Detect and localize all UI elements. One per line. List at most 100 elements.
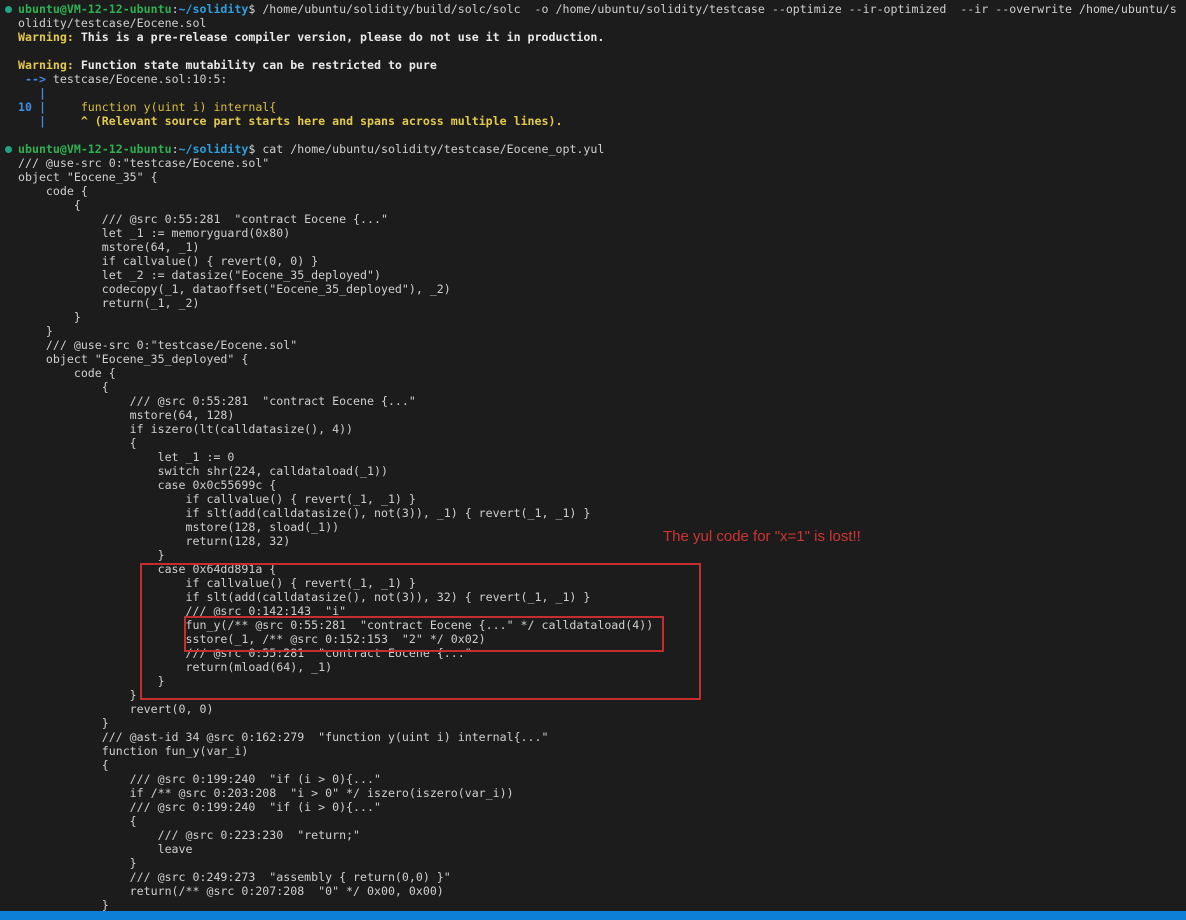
terminal-line: olidity/testcase/Eocene.sol: [0, 16, 1186, 30]
terminal-line: /// @src 0:55:281 "contract Eocene {...": [0, 646, 1186, 660]
terminal-line: return(mload(64), _1): [0, 660, 1186, 674]
text-segment: Warning:: [18, 58, 74, 72]
terminal-line: /// @src 0:223:230 "return;": [0, 828, 1186, 842]
text-segment: mstore(128, sload(_1)): [18, 520, 339, 534]
annotation-text: The yul code for "x=1" is lost!!: [663, 528, 861, 545]
text-segment: }: [18, 856, 137, 870]
text-segment: {: [18, 380, 109, 394]
text-segment: let _2 := datasize("Eocene_35_deployed"): [18, 268, 381, 282]
text-segment: $: [248, 142, 262, 156]
terminal-line: |: [0, 86, 1186, 100]
text-segment: {: [18, 436, 137, 450]
text-segment: let _1 := 0: [18, 450, 234, 464]
text-segment: {: [18, 198, 81, 212]
terminal-line: {: [0, 380, 1186, 394]
text-segment: {: [18, 758, 109, 772]
text-segment: }: [18, 898, 109, 912]
terminal-line: if callvalue() { revert(_1, _1) }: [0, 492, 1186, 506]
terminal-line: mstore(128, sload(_1)): [0, 520, 1186, 534]
terminal-line: /// @use-src 0:"testcase/Eocene.sol": [0, 156, 1186, 170]
text-segment: if callvalue() { revert(0, 0) }: [18, 254, 318, 268]
text-segment: }: [18, 324, 53, 338]
text-segment: ubuntu@VM-12-12-ubuntu: [18, 2, 172, 16]
text-segment: }: [18, 548, 165, 562]
text-segment: /// @use-src 0:"testcase/Eocene.sol": [18, 156, 269, 170]
text-segment: /// @src 0:199:240 "if (i > 0){...": [18, 800, 381, 814]
terminal-line: Warning: Function state mutability can b…: [0, 58, 1186, 72]
terminal-line: switch shr(224, calldataload(_1)): [0, 464, 1186, 478]
terminal-line: }: [0, 716, 1186, 730]
terminal-line: if /** @src 0:203:208 "i > 0" */ iszero(…: [0, 786, 1186, 800]
terminal-line: revert(0, 0): [0, 702, 1186, 716]
text-segment: return(128, 32): [18, 534, 290, 548]
text-segment: if callvalue() { revert(_1, _1) }: [18, 576, 416, 590]
text-segment: }: [18, 716, 109, 730]
terminal-line: }: [0, 674, 1186, 688]
text-segment: case 0x64dd891a {: [18, 562, 276, 576]
text-segment: Warning:: [18, 30, 74, 44]
terminal-line: }: [0, 310, 1186, 324]
prompt-dot-icon: [5, 6, 12, 13]
terminal-line: code {: [0, 366, 1186, 380]
terminal-line: case 0x64dd891a {: [0, 562, 1186, 576]
terminal-line: let _1 := memoryguard(0x80): [0, 226, 1186, 240]
terminal-line: fun_y(/** @src 0:55:281 "contract Eocene…: [0, 618, 1186, 632]
text-segment: /// @src 0:55:281 "contract Eocene {...": [18, 212, 388, 226]
terminal-line: if slt(add(calldatasize(), not(3)), 32) …: [0, 590, 1186, 604]
terminal-line: {: [0, 758, 1186, 772]
terminal-line: case 0x0c55699c {: [0, 478, 1186, 492]
text-segment: ~/solidity: [179, 2, 249, 16]
terminal-line: /// @src 0:199:240 "if (i > 0){...": [0, 772, 1186, 786]
terminal-line: let _1 := 0: [0, 450, 1186, 464]
text-segment: Function state mutability can be restric…: [74, 58, 437, 72]
terminal-line: if callvalue() { revert(_1, _1) }: [0, 576, 1186, 590]
text-segment: if slt(add(calldatasize(), not(3)), _1) …: [18, 506, 590, 520]
text-segment: This is a pre-release compiler version, …: [74, 30, 604, 44]
terminal-line: /// @ast-id 34 @src 0:162:279 "function …: [0, 730, 1186, 744]
text-segment: return(mload(64), _1): [18, 660, 332, 674]
text-segment: codecopy(_1, dataoffset("Eocene_35_deplo…: [18, 282, 451, 296]
terminal-line: [0, 44, 1186, 58]
text-segment: return(_1, _2): [18, 296, 199, 310]
terminal-line: return(128, 32): [0, 534, 1186, 548]
text-segment: 10 |: [18, 100, 53, 114]
text-segment: function y(uint i) internal{: [53, 100, 276, 114]
text-segment: revert(0, 0): [18, 702, 213, 716]
text-segment: /// @src 0:249:273 "assembly { return(0,…: [18, 870, 451, 884]
terminal-line: [0, 128, 1186, 142]
text-segment: if /** @src 0:203:208 "i > 0" */ iszero(…: [18, 786, 514, 800]
text-segment: testcase/Eocene.sol:10:5:: [53, 72, 228, 86]
terminal-line: }: [0, 324, 1186, 338]
terminal-line: {: [0, 814, 1186, 828]
text-segment: :: [172, 2, 179, 16]
text-segment: /// @src 0:55:281 "contract Eocene {...": [18, 394, 416, 408]
text-segment: fun_y(/** @src 0:55:281 "contract Eocene…: [18, 618, 653, 632]
text-segment: /// @use-src 0:"testcase/Eocene.sol": [18, 338, 297, 352]
text-segment: cat /home/ubuntu/solidity/testcase/Eocen…: [262, 142, 604, 156]
terminal-line: }: [0, 898, 1186, 912]
text-segment: return(/** @src 0:207:208 "0" */ 0x00, 0…: [18, 884, 444, 898]
text-segment: if iszero(lt(calldatasize(), 4)): [18, 422, 353, 436]
text-segment: |: [18, 114, 53, 128]
text-segment: $: [248, 2, 262, 16]
text-segment: let _1 := memoryguard(0x80): [18, 226, 290, 240]
terminal-line: --> testcase/Eocene.sol:10:5:: [0, 72, 1186, 86]
text-segment: /// @src 0:223:230 "return;": [18, 828, 360, 842]
text-segment: |: [18, 86, 46, 100]
terminal-line: /// @use-src 0:"testcase/Eocene.sol": [0, 338, 1186, 352]
text-segment: ubuntu@VM-12-12-ubuntu: [18, 142, 172, 156]
terminal-line: leave: [0, 842, 1186, 856]
terminal-output[interactable]: ubuntu@VM-12-12-ubuntu:~/solidity$ /home…: [0, 0, 1186, 913]
text-segment: function fun_y(var_i): [18, 744, 248, 758]
text-segment: switch shr(224, calldataload(_1)): [18, 464, 388, 478]
terminal-line: if iszero(lt(calldatasize(), 4)): [0, 422, 1186, 436]
text-segment: /home/ubuntu/solidity/build/solc/solc -o…: [262, 2, 1176, 16]
text-segment: }: [18, 688, 137, 702]
text-segment: code {: [18, 366, 116, 380]
prompt-line: ubuntu@VM-12-12-ubuntu:~/solidity$ cat /…: [0, 142, 1186, 156]
terminal-line: {: [0, 436, 1186, 450]
terminal-line: codecopy(_1, dataoffset("Eocene_35_deplo…: [0, 282, 1186, 296]
text-segment: case 0x0c55699c {: [18, 478, 276, 492]
text-segment: object "Eocene_35_deployed" {: [18, 352, 248, 366]
terminal-line: /// @src 0:55:281 "contract Eocene {...": [0, 212, 1186, 226]
